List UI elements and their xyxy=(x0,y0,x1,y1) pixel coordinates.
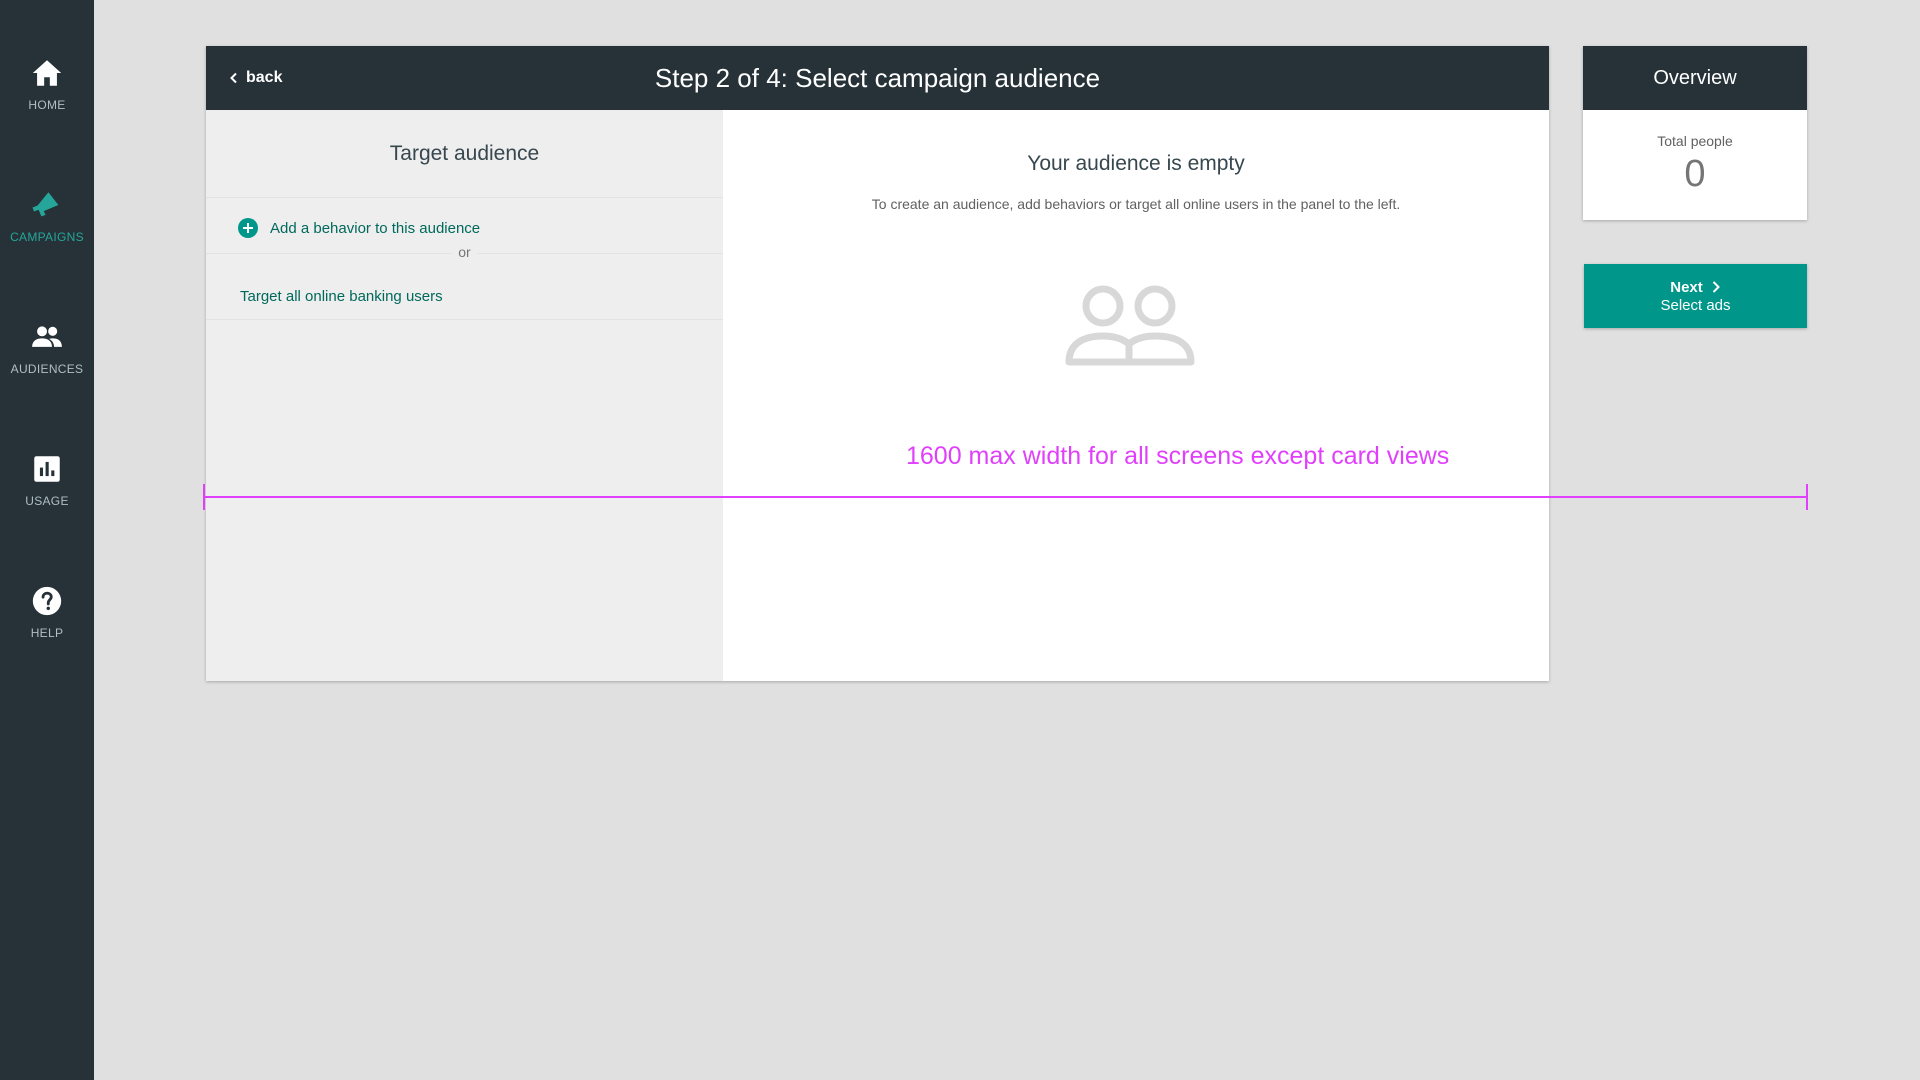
sidebar-item-audiences[interactable]: AUDIENCES xyxy=(0,320,94,376)
sidebar-item-label: CAMPAIGNS xyxy=(10,230,84,244)
chevron-right-icon xyxy=(1712,281,1720,293)
max-width-tick-left xyxy=(203,484,205,510)
sidebar-item-home[interactable]: HOME xyxy=(0,56,94,112)
add-behavior-button[interactable]: Add a behavior to this audience xyxy=(238,218,480,238)
sidebar-item-label: AUDIENCES xyxy=(10,362,84,376)
next-button-top: Next xyxy=(1670,279,1721,296)
next-button[interactable]: Next Select ads xyxy=(1584,264,1807,328)
total-people-value: 0 xyxy=(1684,153,1706,195)
home-icon xyxy=(32,60,62,86)
card-header: Step 2 of 4: Select campaign audience ba… xyxy=(206,46,1549,110)
max-width-annotation: 1600 max width for all screens except ca… xyxy=(906,442,1450,470)
or-separator: or xyxy=(206,244,723,262)
bar-chart-icon xyxy=(34,456,60,482)
next-label: Next xyxy=(1670,278,1703,296)
empty-state-title: Your audience is empty xyxy=(1027,152,1245,175)
target-all-users-link[interactable]: Target all online banking users xyxy=(240,288,443,305)
divider xyxy=(206,319,723,320)
back-button[interactable]: back xyxy=(228,46,282,110)
overview-title: Overview xyxy=(1583,46,1807,110)
max-width-line xyxy=(204,496,1808,498)
sidebar-item-label: USAGE xyxy=(25,494,69,508)
plus-circle-icon xyxy=(238,218,258,238)
empty-state-description: To create an audience, add behaviors or … xyxy=(871,196,1401,212)
target-audience-panel: Target audience Add a behavior to this a… xyxy=(206,110,723,681)
sidebar-item-campaigns[interactable]: CAMPAIGNS xyxy=(0,188,94,244)
sidebar-item-label: HOME xyxy=(28,98,66,112)
chevron-left-icon xyxy=(230,72,237,84)
add-behavior-label: Add a behavior to this audience xyxy=(270,219,481,237)
sidebar-nav: HOME CAMPAIGNS AUDIENCES USAGE HELP xyxy=(0,0,94,1080)
back-label: back xyxy=(246,69,283,86)
help-icon xyxy=(32,586,62,616)
sidebar-item-label: HELP xyxy=(30,626,64,640)
or-label: or xyxy=(452,244,477,260)
sidebar-item-usage[interactable]: USAGE xyxy=(0,452,94,508)
people-outline-icon xyxy=(1065,285,1195,366)
page-title: Step 2 of 4: Select campaign audience xyxy=(654,62,1101,93)
sidebar-item-help[interactable]: HELP xyxy=(0,584,94,640)
overview-card: Overview Total people 0 xyxy=(1583,46,1807,220)
megaphone-icon xyxy=(32,192,59,217)
max-width-tick-right xyxy=(1806,484,1808,510)
next-sub-label: Select ads xyxy=(1660,296,1731,314)
panel-title: Target audience xyxy=(206,110,723,198)
audience-preview-panel: Your audience is empty To create an audi… xyxy=(723,110,1549,681)
total-people-label: Total people xyxy=(1657,133,1733,149)
people-icon xyxy=(32,326,62,347)
audience-step-card: Step 2 of 4: Select campaign audience ba… xyxy=(206,46,1549,681)
